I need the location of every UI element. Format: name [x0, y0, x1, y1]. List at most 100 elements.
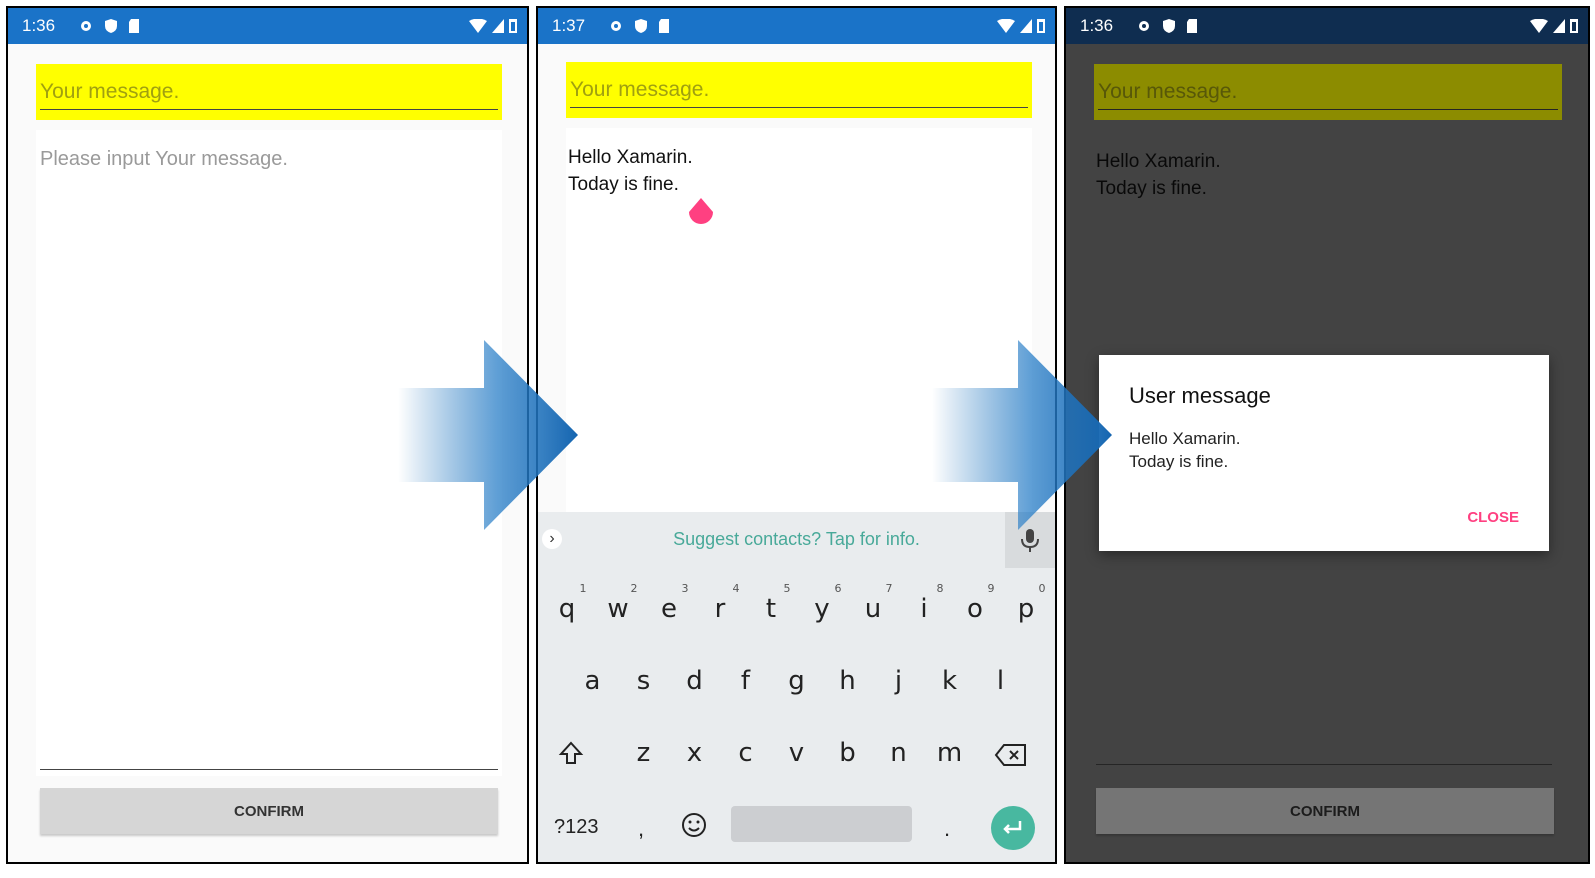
dialog-title: User message: [1129, 383, 1271, 408]
key-e[interactable]: e3: [644, 582, 695, 624]
key-label: r: [714, 594, 726, 624]
key-label: t: [765, 594, 777, 624]
status-bar: 1:37: [538, 8, 1055, 44]
key-label: w: [607, 594, 629, 624]
key-hint: 5: [783, 582, 791, 595]
sd-card-icon: [129, 19, 139, 33]
key-label: c: [738, 738, 753, 768]
key-label: s: [636, 666, 651, 696]
soft-keyboard: q1w2e3r4t5y6u7i8o9p0 asdfghjkl zxcvbnm ?…: [538, 568, 1055, 862]
status-time: 1:37: [552, 16, 586, 35]
key-n[interactable]: n: [873, 738, 924, 768]
dialog-message: Hello Xamarin. Today is fine.: [1129, 427, 1241, 473]
transition-arrow-icon: [932, 340, 1112, 530]
wifi-icon: [469, 18, 487, 33]
key-d[interactable]: d: [669, 666, 720, 696]
key-z[interactable]: z: [618, 738, 669, 768]
key-hint: 6: [834, 582, 842, 595]
keyboard-row-1: q1w2e3r4t5y6u7i8o9p0: [538, 582, 1055, 624]
key-label: f: [740, 666, 751, 696]
screen-dialog: 1:36 Your message. Hello Xamarin. Today …: [1064, 6, 1590, 864]
backspace-icon[interactable]: [994, 742, 1028, 768]
key-label: l: [996, 666, 1005, 696]
key-h[interactable]: h: [822, 666, 873, 696]
confirm-button[interactable]: CONFIRM: [40, 788, 498, 834]
key-a[interactable]: a: [567, 666, 618, 696]
message-title-field[interactable]: Your message.: [566, 62, 1032, 118]
key-label: z: [636, 738, 651, 768]
status-bar: 1:36: [1066, 8, 1588, 44]
key-hint: 1: [579, 582, 587, 595]
message-line-1: Hello Xamarin.: [568, 147, 693, 168]
key-b[interactable]: b: [822, 738, 873, 768]
key-hint: 0: [1038, 582, 1046, 595]
key-o[interactable]: o9: [950, 582, 1001, 624]
period-key[interactable]: .: [944, 816, 950, 842]
key-g[interactable]: g: [771, 666, 822, 696]
key-k[interactable]: k: [924, 666, 975, 696]
key-x[interactable]: x: [669, 738, 720, 768]
battery-icon: [509, 19, 517, 33]
wifi-icon: [1530, 18, 1548, 33]
sd-card-icon: [1187, 19, 1197, 33]
gear-icon: [81, 21, 91, 31]
message-title-label: Your message.: [40, 80, 180, 103]
key-m[interactable]: m: [924, 738, 975, 768]
suggestion-text[interactable]: Suggest contacts? Tap for info.: [538, 529, 1055, 550]
key-label: h: [839, 666, 856, 696]
editor-underline: [40, 769, 498, 770]
shift-icon[interactable]: [558, 738, 584, 768]
key-q[interactable]: q1: [542, 582, 593, 624]
key-label: n: [890, 738, 907, 768]
key-label: x: [686, 738, 703, 768]
gear-icon: [611, 21, 621, 31]
key-v[interactable]: v: [771, 738, 822, 768]
gear-icon: [1139, 21, 1149, 31]
key-label: o: [967, 594, 983, 624]
shield-icon: [105, 19, 117, 33]
text-cursor-handle[interactable]: [688, 198, 714, 228]
key-s[interactable]: s: [618, 666, 669, 696]
key-f[interactable]: f: [720, 666, 771, 696]
emoji-icon[interactable]: [681, 812, 707, 838]
key-t[interactable]: t5: [746, 582, 797, 624]
key-label: g: [788, 666, 805, 696]
signal-icon: [492, 18, 504, 33]
enter-key[interactable]: [991, 806, 1035, 850]
enter-icon: [1003, 821, 1022, 834]
message-text[interactable]: Hello Xamarin. Today is fine.: [568, 144, 693, 198]
battery-icon: [1037, 19, 1045, 33]
key-j[interactable]: j: [873, 666, 924, 696]
close-button[interactable]: CLOSE: [1467, 509, 1519, 526]
key-hint: 9: [987, 582, 995, 595]
wifi-icon: [997, 18, 1015, 33]
key-c[interactable]: c: [720, 738, 771, 768]
symbols-key[interactable]: ?123: [554, 816, 599, 839]
key-label: a: [584, 666, 601, 696]
battery-icon: [1570, 19, 1578, 33]
key-p[interactable]: p0: [1001, 582, 1052, 624]
key-label: m: [936, 738, 963, 768]
key-y[interactable]: y6: [797, 582, 848, 624]
dialog-line-1: Hello Xamarin.: [1129, 429, 1241, 448]
key-l[interactable]: l: [975, 666, 1026, 696]
sd-card-icon: [659, 19, 669, 33]
signal-icon: [1020, 18, 1032, 33]
key-label: v: [788, 738, 805, 768]
signal-icon: [1553, 18, 1565, 33]
key-u[interactable]: u7: [848, 582, 899, 624]
comma-key[interactable]: ,: [638, 816, 644, 842]
key-i[interactable]: i8: [899, 582, 950, 624]
title-underline: [570, 107, 1028, 108]
key-w[interactable]: w2: [593, 582, 644, 624]
key-label: k: [941, 666, 958, 696]
message-title-label: Your message.: [570, 78, 710, 101]
key-r[interactable]: r4: [695, 582, 746, 624]
status-time: 1:36: [1080, 16, 1114, 35]
key-label: q: [558, 594, 576, 624]
space-bar[interactable]: [731, 806, 912, 842]
message-title-field[interactable]: Your message.: [36, 64, 502, 120]
transition-arrow-icon: [398, 340, 578, 530]
status-time: 1:36: [22, 16, 56, 35]
dialog-line-2: Today is fine.: [1129, 452, 1229, 471]
